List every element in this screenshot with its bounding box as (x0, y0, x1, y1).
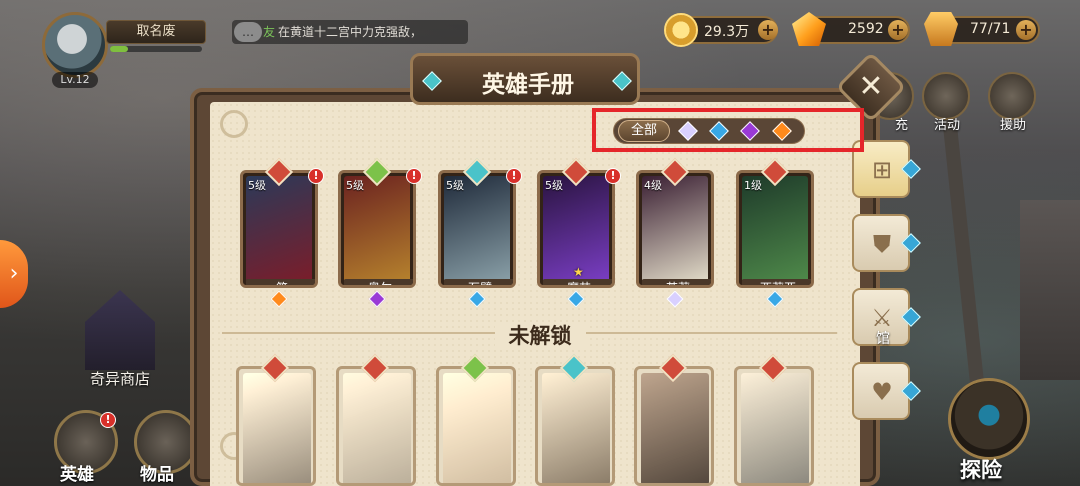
player-name[interactable]: 取名废 (106, 20, 206, 44)
hero-card-frame: 4级茉莉 (636, 170, 714, 288)
locked-hero-frame (634, 366, 714, 486)
hero-name: 魔芯 (543, 279, 612, 285)
hero-level: 4级 (644, 179, 662, 192)
hero-card-frame: 5级石臂 (438, 170, 516, 288)
exp-bar-fill (110, 46, 129, 52)
gold-value: 29.3万 (704, 24, 750, 40)
chat-bubble-icon[interactable]: … (234, 22, 262, 42)
hero-name: 简 (246, 279, 315, 285)
hero-card-frame: 1级西莉亚 (736, 170, 814, 288)
explore-button[interactable]: 探险 (948, 378, 1032, 486)
hero-level: 5级 (248, 179, 266, 192)
explore-label: 探险 (960, 458, 1002, 482)
add-stamina-button[interactable]: + (1016, 20, 1036, 40)
hero-alert-badge: ! (406, 168, 422, 184)
hero-name: 茉莉 (642, 279, 711, 285)
activity-label: 活动 (933, 118, 960, 133)
hero-level: 1级 (744, 179, 762, 192)
hero-card[interactable]: 5级简! (240, 157, 324, 308)
hero-card[interactable]: 4级茉莉 (636, 157, 714, 308)
locked-hero-frame (535, 366, 615, 486)
background-building (1020, 200, 1080, 380)
help-button[interactable]: 援助 (988, 72, 1038, 133)
locked-hero-frame (734, 366, 814, 486)
locked-hero-card[interactable] (535, 353, 615, 486)
hero-name: 西莉亚 (742, 279, 811, 285)
grid-icon: ⊞ (871, 156, 893, 184)
hero-name: 石臂 (444, 279, 513, 285)
chat-message: 在黄道十二宫中力克强敌， (278, 25, 423, 39)
locked-hero-portrait (542, 373, 610, 483)
hero-card-frame: 5级奥尔 (338, 170, 416, 288)
hero-nav-button[interactable]: 英雄 ! (54, 410, 124, 486)
tab-heart[interactable]: ♥ (852, 362, 921, 420)
tab-shield[interactable]: ⛊ (852, 214, 921, 272)
items-nav-label: 物品 (140, 465, 174, 485)
activity-icon (922, 72, 970, 120)
locked-hero-portrait (343, 373, 411, 483)
hero-level: 5级 (346, 179, 364, 192)
locked-hero-portrait (243, 373, 311, 483)
locked-section-title: 未解锁 (0, 320, 1080, 350)
add-gem-button[interactable]: + (888, 20, 908, 40)
hero-alert-badge: ! (605, 168, 621, 184)
panel-title: 英雄手册 (482, 72, 574, 98)
hero-level: 5级 (446, 179, 464, 192)
explore-emblem-icon (948, 378, 1030, 460)
locked-hero-frame (436, 366, 516, 486)
locked-hero-portrait (641, 373, 709, 483)
help-label: 援助 (999, 118, 1026, 133)
heart-icon: ♥ (871, 378, 893, 406)
hero-card[interactable]: 5级石臂! (438, 157, 522, 308)
filter-all-button[interactable]: 全部 (618, 120, 670, 142)
hero-level: 5级 (545, 179, 563, 192)
strange-shop-label[interactable]: 奇异商店 (90, 368, 150, 389)
locked-hero-card[interactable] (236, 353, 316, 486)
corner-ornament (220, 110, 248, 138)
hero-alert-badge: ! (100, 412, 116, 428)
panel-title-plate: 英雄手册 (410, 53, 640, 105)
player-level: Lv.12 (52, 72, 98, 88)
hero-card[interactable]: 5级奥尔! (338, 157, 422, 308)
hero-nav-label: 英雄 (60, 465, 94, 485)
locked-hero-card[interactable] (734, 353, 814, 486)
hero-card[interactable]: 5级 ★ 魔芯! (537, 157, 621, 308)
hero-alert-badge: ! (308, 168, 324, 184)
stamina-value: 77/71 (970, 21, 1011, 37)
locked-section-label: 未解锁 (494, 324, 586, 348)
chat-channel-tag: 友 (263, 25, 276, 39)
locked-hero-card[interactable] (336, 353, 416, 486)
close-icon: ✕ (858, 69, 884, 104)
hero-card-frame: 5级 ★ 魔芯 (537, 170, 615, 288)
activity-button[interactable]: 活动 (922, 72, 972, 133)
hero-star-icon: ★ (573, 265, 584, 279)
exp-bar (110, 46, 202, 52)
locked-hero-portrait (741, 373, 809, 483)
locked-hero-frame (336, 366, 416, 486)
locked-hero-card[interactable] (436, 353, 516, 486)
hero-alert-badge: ! (506, 168, 522, 184)
gold-coin-icon (664, 13, 698, 47)
add-gold-button[interactable]: + (758, 20, 778, 40)
locked-hero-card[interactable] (634, 353, 714, 486)
gem-value: 2592 (848, 21, 884, 37)
locked-hero-portrait (443, 373, 511, 483)
help-icon (988, 72, 1036, 120)
hero-card[interactable]: 1级西莉亚 (736, 157, 814, 308)
hero-name: 奥尔 (344, 279, 413, 285)
shield-icon: ⛊ (873, 230, 891, 258)
hero-card-frame: 5级简 (240, 170, 318, 288)
player-avatar[interactable] (42, 12, 108, 78)
locked-hero-frame (236, 366, 316, 486)
